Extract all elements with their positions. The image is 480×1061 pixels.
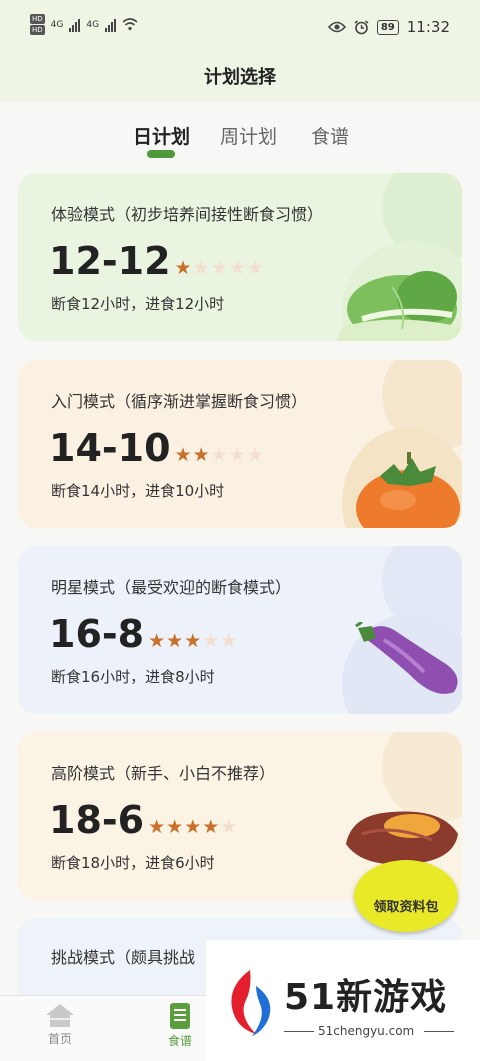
watermark-url: 51chengyu.com xyxy=(318,1024,415,1038)
persimmon-illustration xyxy=(356,452,460,528)
header: 计划选择 xyxy=(0,50,480,102)
battery-icon: 89 xyxy=(376,19,399,35)
plan-description: 断食12小时，进食12小时 xyxy=(51,295,225,313)
star-filled-icon: ★ xyxy=(202,816,221,838)
tab-recipes[interactable]: 食谱 xyxy=(311,122,349,149)
star-filled-icon: ★ xyxy=(184,816,203,838)
plan-card-trial[interactable]: 体验模式（初步培养间接性断食习惯） 12-12 ★★★★★ 断食12小时，进食1… xyxy=(18,173,462,341)
clock: 11:32 xyxy=(406,18,450,36)
star-empty-icon: ★ xyxy=(210,257,229,279)
bok-choy-illustration xyxy=(337,271,462,341)
star-empty-icon: ★ xyxy=(220,630,239,652)
plan-ratio: 16-8 ★★★★★ xyxy=(49,612,238,656)
tab-active-indicator xyxy=(147,150,175,158)
star-empty-icon: ★ xyxy=(210,444,229,466)
star-empty-icon: ★ xyxy=(228,444,247,466)
status-left: HD HD 4G 4G xyxy=(30,14,138,35)
star-empty-icon: ★ xyxy=(220,816,239,838)
watermark-overlay: 51新游戏 51chengyu.com xyxy=(206,940,480,1061)
plan-title: 入门模式（循序渐进掌握断食习惯） xyxy=(51,392,308,411)
difficulty-stars: ★★★★★ xyxy=(148,630,238,652)
tab-daily-plan[interactable]: 日计划 xyxy=(133,122,190,149)
status-bar: HD HD 4G 4G 89 11:32 xyxy=(0,0,480,50)
hd-badge-1: HD xyxy=(30,14,45,24)
plan-tabs: 日计划 周计划 食谱 xyxy=(0,118,480,162)
network-label-1: 4G xyxy=(50,19,64,30)
nav-label-recipes: 食谱 xyxy=(167,1034,192,1048)
plan-description: 断食14小时，进食10小时 xyxy=(51,482,225,500)
star-filled-icon: ★ xyxy=(174,444,193,466)
nav-item-recipes[interactable]: 食谱 xyxy=(150,1002,210,1049)
star-filled-icon: ★ xyxy=(166,630,185,652)
watermark-logo xyxy=(231,970,271,1036)
plan-title: 高阶模式（新手、小白不推荐） xyxy=(51,764,276,783)
plan-ratio-value: 16-8 xyxy=(49,612,145,656)
nav-label-home: 首页 xyxy=(47,1032,72,1046)
plan-title: 明星模式（最受欢迎的断食模式） xyxy=(51,578,292,597)
home-icon xyxy=(46,1004,74,1027)
watermark-title: 51新游戏 xyxy=(284,977,448,1018)
plan-description: 断食18小时，进食6小时 xyxy=(51,854,215,872)
plan-ratio: 12-12 ★★★★★ xyxy=(49,239,265,283)
plan-description: 断食16小时，进食8小时 xyxy=(51,668,215,686)
star-filled-icon: ★ xyxy=(166,816,185,838)
star-filled-icon: ★ xyxy=(148,816,167,838)
nav-item-home[interactable]: 首页 xyxy=(30,1002,90,1047)
plan-ratio: 14-10 ★★★★★ xyxy=(49,426,265,470)
wifi-icon xyxy=(122,18,138,31)
alarm-icon xyxy=(354,19,369,34)
network-label-2: 4G xyxy=(86,19,100,30)
hd-badge-2: HD xyxy=(30,25,45,35)
promo-badge[interactable]: 领取资料包 xyxy=(354,860,458,932)
star-filled-icon: ★ xyxy=(192,444,211,466)
signal-icon-2 xyxy=(105,18,117,32)
plan-card-beginner[interactable]: 入门模式（循序渐进掌握断食习惯） 14-10 ★★★★★ 断食14小时，进食10… xyxy=(18,360,462,528)
signal-icon xyxy=(69,18,81,32)
plan-ratio: 18-6 ★★★★★ xyxy=(49,798,238,842)
star-empty-icon: ★ xyxy=(202,630,221,652)
difficulty-stars: ★★★★★ xyxy=(175,257,265,279)
star-filled-icon: ★ xyxy=(174,257,193,279)
hd-indicator: HD HD xyxy=(30,14,45,35)
eggplant-illustration xyxy=(355,622,458,694)
difficulty-stars: ★★★★★ xyxy=(175,444,265,466)
star-empty-icon: ★ xyxy=(246,444,265,466)
plan-ratio-value: 18-6 xyxy=(49,798,145,842)
star-empty-icon: ★ xyxy=(228,257,247,279)
star-filled-icon: ★ xyxy=(148,630,167,652)
plan-card-star[interactable]: 明星模式（最受欢迎的断食模式） 16-8 ★★★★★ 断食16小时，进食8小时 xyxy=(18,546,462,714)
document-icon xyxy=(170,1003,190,1029)
promo-label: 领取资料包 xyxy=(373,900,439,915)
watermark-divider xyxy=(284,1031,314,1032)
plan-ratio-value: 12-12 xyxy=(49,239,171,283)
page-title: 计划选择 xyxy=(204,67,276,88)
plan-title: 体验模式（初步培养间接性断食习惯） xyxy=(51,205,324,224)
plan-ratio-value: 14-10 xyxy=(49,426,171,470)
eye-icon xyxy=(327,21,346,33)
watermark-divider xyxy=(424,1031,454,1032)
star-empty-icon: ★ xyxy=(192,257,211,279)
plan-title: 挑战模式（颇具挑战 xyxy=(51,948,196,967)
star-filled-icon: ★ xyxy=(184,630,203,652)
star-empty-icon: ★ xyxy=(246,257,265,279)
difficulty-stars: ★★★★★ xyxy=(148,816,238,838)
tab-weekly-plan[interactable]: 周计划 xyxy=(220,122,277,149)
status-right: 89 11:32 xyxy=(327,18,450,36)
